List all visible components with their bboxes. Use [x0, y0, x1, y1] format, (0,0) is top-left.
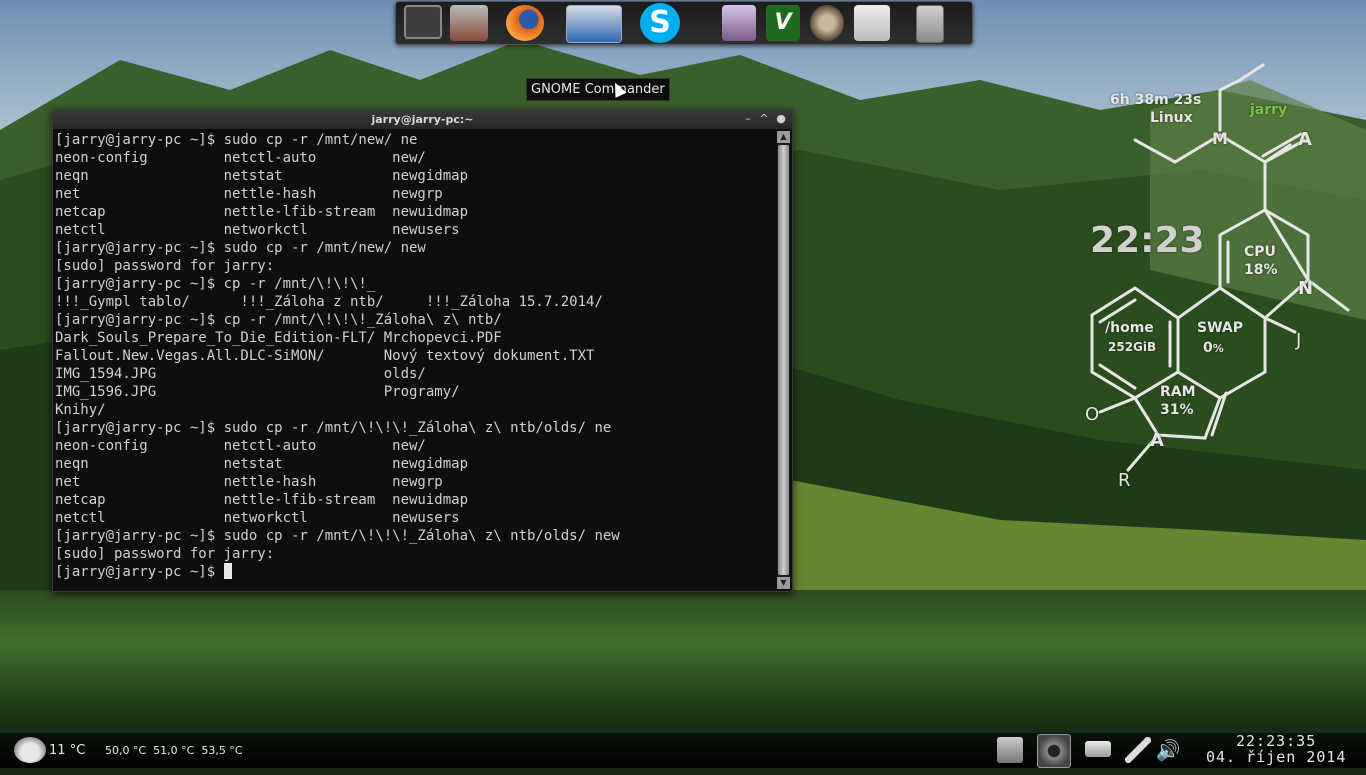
terminal-line: IMG_1594.JPG olds/: [55, 366, 426, 382]
terminal-output[interactable]: [jarry@jarry-pc ~]$ sudo cp -r /mnt/new/…: [55, 131, 775, 589]
terminal-line: neon-config netctl-auto new/: [55, 150, 426, 166]
terminal-line: net nettle-hash newgrp: [55, 186, 443, 202]
terminal-line: neqn netstat newgidmap: [55, 456, 469, 472]
swap-value-unit: %: [1212, 342, 1224, 355]
cpu-value: 18%: [1244, 262, 1278, 278]
dock-tooltip: GNOME Commander: [526, 78, 670, 101]
sensor-temperatures: 50,0 °C 51,0 °C 53,5 °C: [105, 744, 243, 757]
conky-widget: 6h 38m 23s Linux jarry M A 22:23 CPU 18%…: [1080, 60, 1366, 500]
scroll-down-icon[interactable]: ▼: [777, 577, 790, 589]
swap-value: 0%: [1203, 340, 1224, 356]
letter-r: R: [1118, 470, 1131, 491]
terminal-line: [jarry@jarry-pc ~]$ sudo cp -r /mnt/\!\!…: [55, 528, 620, 544]
os-label: Linux: [1150, 110, 1193, 126]
gimp-icon[interactable]: [810, 5, 844, 41]
network-tools-icon[interactable]: [450, 5, 488, 41]
terminal-line: [jarry@jarry-pc ~]$ sudo cp -r /mnt/new/…: [55, 132, 418, 148]
terminal-title: jarry@jarry-pc:~: [371, 113, 474, 126]
terminal-line: [jarry@jarry-pc ~]$ cp -r /mnt/\!\!\!_Zá…: [55, 312, 502, 328]
terminal-line: [sudo] password for jarry:: [55, 258, 275, 274]
terminal-titlebar[interactable]: jarry@jarry-pc:~ – ^ ●: [53, 110, 792, 129]
mail-clock-icon[interactable]: [854, 5, 890, 41]
vim-icon[interactable]: V: [766, 5, 800, 41]
text-file-icon[interactable]: [916, 5, 944, 43]
disc-icon[interactable]: [1037, 734, 1071, 768]
letter-a-top: A: [1298, 129, 1312, 150]
home-label: /home: [1105, 320, 1154, 336]
gnome-commander-icon[interactable]: [566, 5, 622, 43]
close-icon[interactable]: ●: [774, 112, 788, 126]
terminal-line: IMG_1596.JPG Programy/: [55, 384, 460, 400]
terminal-line: net nettle-hash newgrp: [55, 474, 443, 490]
home-value: 252GiB: [1108, 340, 1157, 354]
uptime-label: 6h 38m 23s: [1110, 92, 1202, 108]
application-dock: S V: [395, 1, 973, 45]
ram-value: 31%: [1160, 402, 1194, 418]
letter-o: O: [1085, 404, 1100, 425]
maximize-icon[interactable]: ^: [757, 112, 771, 126]
terminal-line: netctl networkctl newusers: [55, 222, 460, 238]
terminal-line: Knihy/: [55, 402, 106, 418]
terminal-line: neqn netstat newgidmap: [55, 168, 469, 184]
scrollbar-thumb[interactable]: [778, 145, 789, 575]
firefox-icon[interactable]: [506, 5, 544, 41]
weather-temp-unit: °C: [69, 743, 86, 758]
swap-value-number: 0: [1203, 340, 1213, 356]
drive-icon[interactable]: [1085, 741, 1111, 757]
terminal-scrollbar[interactable]: ▲ ▼: [777, 131, 790, 589]
minimize-icon[interactable]: –: [741, 112, 755, 126]
molecule-graphic: [1090, 63, 1350, 472]
terminal-line: [jarry@jarry-pc ~]$ sudo cp -r /mnt/new/…: [55, 240, 426, 256]
ram-label: RAM: [1160, 384, 1196, 400]
letter-n: N: [1298, 278, 1314, 299]
scroll-up-icon[interactable]: ▲: [777, 131, 790, 143]
trash-icon[interactable]: [997, 737, 1023, 763]
terminal-line: [jarry@jarry-pc ~]$ sudo cp -r /mnt/\!\!…: [55, 420, 612, 436]
letter-a-bottom: A: [1150, 430, 1164, 451]
terminal-line: netcap nettle-lfib-stream newuidmap: [55, 492, 469, 508]
letter-j: J: [1296, 330, 1302, 351]
image-viewer-icon[interactable]: [722, 5, 756, 41]
skype-icon[interactable]: S: [640, 3, 680, 43]
network-plug-icon[interactable]: [1125, 737, 1151, 763]
swap-label: SWAP: [1197, 320, 1243, 336]
clock-label: 22:23: [1090, 220, 1205, 261]
terminal-window[interactable]: jarry@jarry-pc:~ – ^ ● [jarry@jarry-pc ~…: [52, 109, 793, 592]
weather-cloud-icon[interactable]: [14, 737, 46, 763]
cpu-label: CPU: [1244, 244, 1276, 260]
terminal-line: netctl networkctl newusers: [55, 510, 460, 526]
letter-m: M: [1212, 129, 1228, 148]
weather-temp-value: 11: [49, 743, 66, 758]
terminal-prompt: [jarry@jarry-pc ~]$: [55, 564, 224, 580]
terminal-line: [jarry@jarry-pc ~]$ cp -r /mnt/\!\!\!_: [55, 276, 376, 292]
bottom-panel: 11 °C 50,0 °C 51,0 °C 53,5 °C 🔊 22:23:35…: [0, 732, 1366, 768]
terminal-cursor: [223, 563, 232, 579]
terminal-line: !!!_Gympl tablo/ !!!_Záloha z ntb/ !!!_Z…: [55, 294, 603, 310]
terminal-line: Dark_Souls_Prepare_To_Die_Edition-FLT/ M…: [55, 330, 502, 346]
username-label: jarry: [1250, 102, 1288, 118]
weather-temperature[interactable]: 11 °C: [49, 733, 85, 768]
terminal-prompt-line[interactable]: [jarry@jarry-pc ~]$: [55, 563, 775, 581]
terminal-line: [sudo] password for jarry:: [55, 546, 275, 562]
terminal-line: Fallout.New.Vegas.All.DLC-SiMON/ Nový te…: [55, 348, 595, 364]
volume-icon[interactable]: 🔊: [1155, 737, 1181, 763]
terminal-line: netcap nettle-lfib-stream newuidmap: [55, 204, 469, 220]
clock-date[interactable]: 04. říjen 2014: [1206, 740, 1346, 775]
terminal-line: neon-config netctl-auto new/: [55, 438, 426, 454]
monitor-icon[interactable]: [404, 5, 442, 39]
